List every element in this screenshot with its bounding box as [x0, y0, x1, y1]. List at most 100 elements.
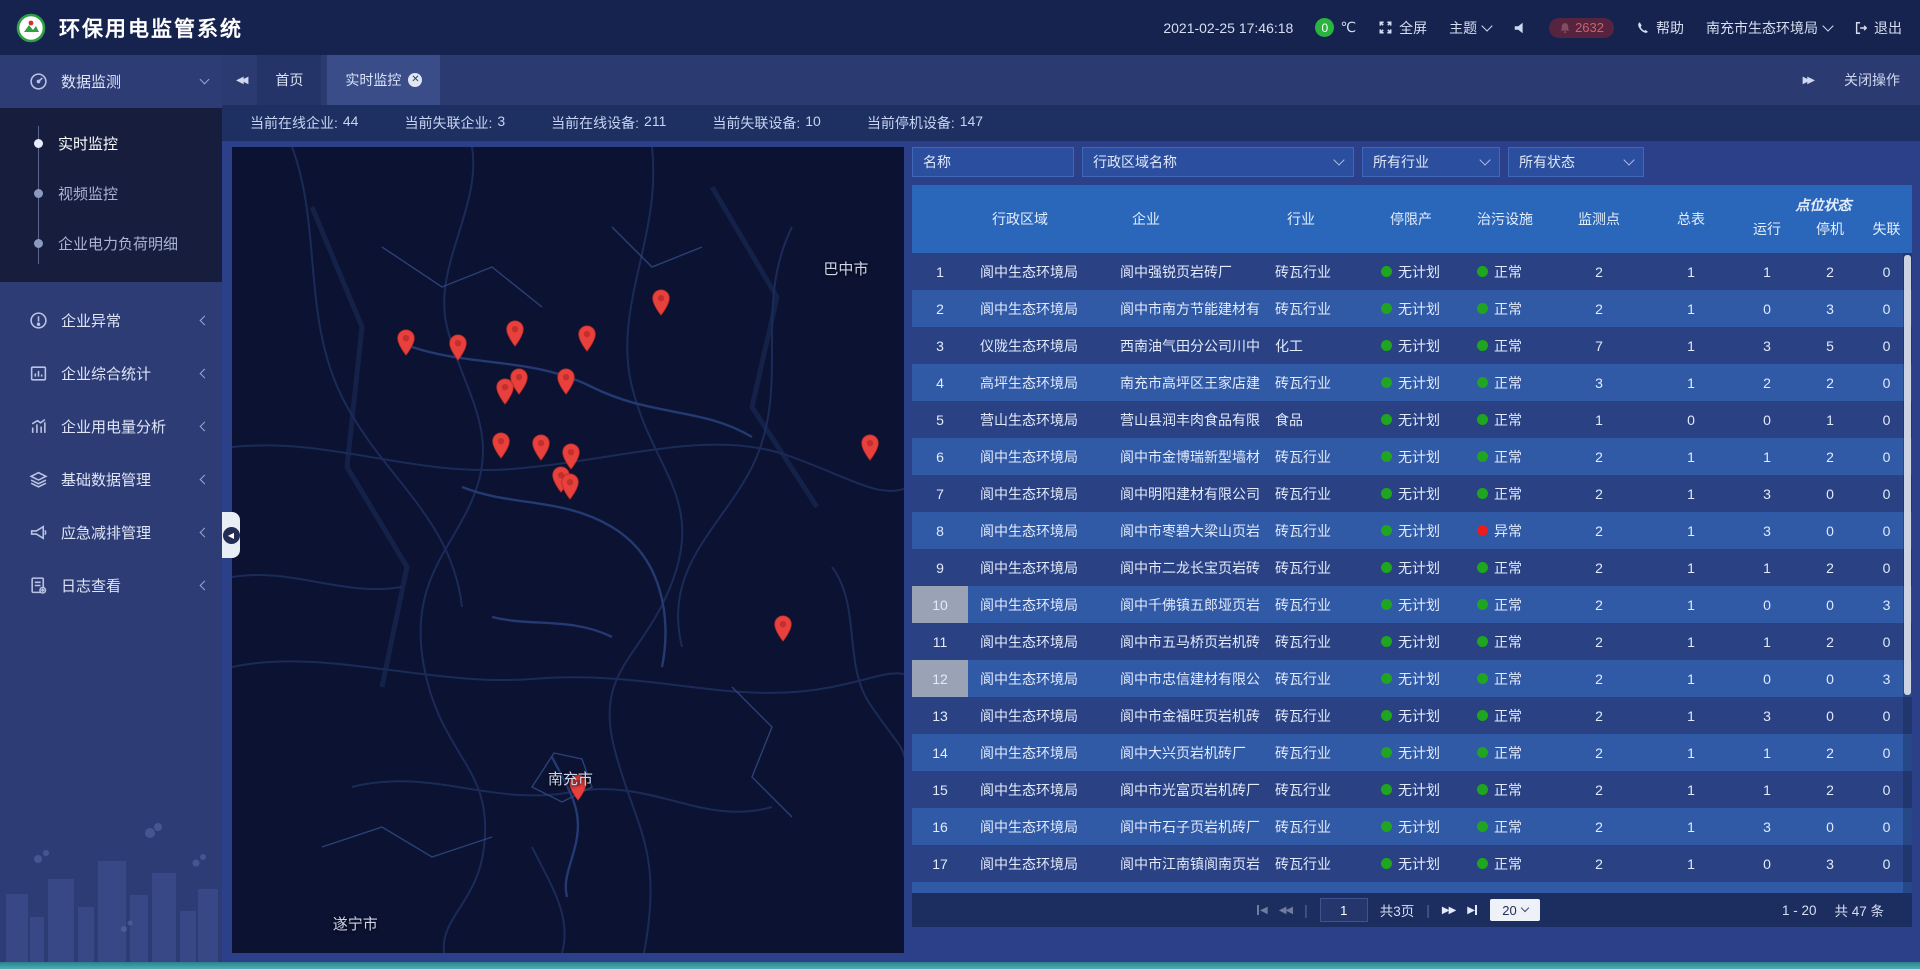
stat-value: 44: [343, 113, 359, 133]
status-filter-select[interactable]: 所有状态: [1508, 147, 1644, 177]
table-row[interactable]: 8 阆中生态环境局 阆中市枣碧大梁山页岩 砖瓦行业 无计划 异常 2 1 3 0…: [912, 512, 1912, 549]
map-pin-icon[interactable]: [577, 325, 596, 357]
stat-lost-enterprises: 当前失联企业: 3: [404, 113, 505, 133]
sidebar-item-data-monitoring[interactable]: 数据监测: [0, 55, 222, 108]
facility-status-label: 正常: [1494, 854, 1522, 874]
map-pin-icon[interactable]: [509, 368, 528, 400]
row-limit-cell: 无计划: [1363, 632, 1459, 652]
table-scrollbar[interactable]: [1903, 253, 1912, 893]
page-number-input[interactable]: 1: [1320, 898, 1368, 922]
industry-filter-select[interactable]: 所有行业: [1362, 147, 1500, 177]
logout-button[interactable]: 退出: [1854, 18, 1902, 38]
table-row[interactable]: 3 仪陇生态环境局 西南油气田分公司川中 化工 无计划 正常 7 1 3 5 0: [912, 327, 1912, 364]
row-meters-cell: 1: [1647, 449, 1735, 465]
row-region-cell: 阆中生态环境局: [968, 854, 1108, 874]
table-row[interactable]: 11 阆中生态环境局 阆中市五马桥页岩机砖 砖瓦行业 无计划 正常 2 1 1 …: [912, 623, 1912, 660]
status-dot-icon: [1381, 377, 1392, 388]
close-icon[interactable]: ✕: [408, 73, 422, 87]
notification-badge[interactable]: 2632: [1549, 18, 1614, 38]
table-header: 行政区域 企业 行业 停限产 治污设施 监测点 总表 点位状态 运行 停机 失联: [912, 185, 1912, 253]
fullscreen-button[interactable]: 全屏: [1378, 18, 1427, 38]
row-region-cell: 阆中生态环境局: [968, 447, 1108, 467]
organization-menu[interactable]: 南充市生态环境局: [1706, 18, 1832, 38]
row-stopped-cell: 0: [1799, 708, 1861, 724]
map-pin-icon[interactable]: [448, 334, 467, 366]
row-stopped-cell: 2: [1799, 560, 1861, 576]
theme-menu[interactable]: 主题: [1449, 18, 1491, 38]
map-city-label: 巴中市: [823, 258, 868, 279]
map-pin-icon[interactable]: [651, 289, 670, 321]
page-size-select[interactable]: 20: [1490, 899, 1540, 921]
sidebar-item-video-monitor[interactable]: 视频监控: [0, 168, 222, 218]
tab-realtime-monitor[interactable]: 实时监控 ✕: [327, 55, 440, 105]
sidebar-item-base-data[interactable]: 基础数据管理: [0, 453, 222, 506]
row-region-cell: 阆中生态环境局: [968, 780, 1108, 800]
table-row[interactable]: 14 阆中生态环境局 阆中大兴页岩机砖厂 砖瓦行业 无计划 正常 2 1 1 2…: [912, 734, 1912, 771]
tabs-scroll-right-button[interactable]: ▶▶: [1797, 75, 1818, 86]
row-index-cell: 3: [912, 327, 968, 364]
sidebar-item-enterprise-statistics[interactable]: 企业综合统计: [0, 347, 222, 400]
table-row[interactable]: 13 阆中生态环境局 阆中市金福旺页岩机砖 砖瓦行业 无计划 正常 2 1 3 …: [912, 697, 1912, 734]
map-canvas[interactable]: 巴中市南充市遂宁市: [232, 147, 904, 953]
page-first-button[interactable]: ◀: [1256, 905, 1267, 916]
row-facility-cell: 正常: [1459, 743, 1551, 763]
map-pin-icon[interactable]: [556, 368, 575, 400]
table-row[interactable]: 12 阆中生态环境局 阆中市忠信建材有限公 砖瓦行业 无计划 正常 2 1 0 …: [912, 660, 1912, 697]
row-stopped-cell: 3: [1799, 856, 1861, 872]
table-row[interactable]: 7 阆中生态环境局 阆中明阳建材有限公司 砖瓦行业 无计划 正常 2 1 3 0…: [912, 475, 1912, 512]
column-header-facility: 治污设施: [1459, 209, 1551, 229]
scrollbar-thumb[interactable]: [1904, 255, 1911, 695]
sidebar-collapse-handle[interactable]: ◀: [222, 512, 240, 558]
top-header: 环保用电监管系统 2021-02-25 17:46:18 0 ℃ 全屏 主题: [0, 0, 1920, 55]
row-region-cell: 阆中生态环境局: [968, 521, 1108, 541]
name-filter-input[interactable]: [912, 147, 1074, 177]
facility-status-label: 正常: [1494, 336, 1522, 356]
map-pin-icon[interactable]: [491, 432, 510, 464]
region-filter-select[interactable]: 行政区域名称: [1082, 147, 1354, 177]
page-prev-button[interactable]: ◀◀: [1279, 905, 1292, 916]
table-row[interactable]: 1 阆中生态环境局 阆中强锐页岩砖厂 砖瓦行业 无计划 正常 2 1 1 2 0: [912, 253, 1912, 290]
help-button[interactable]: 帮助: [1636, 18, 1684, 38]
map-pin-icon[interactable]: [774, 615, 793, 647]
row-facility-cell: 异常: [1459, 521, 1551, 541]
sidebar-item-enterprise-abnormal[interactable]: 企业异常: [0, 294, 222, 347]
sidebar-item-realtime-monitor[interactable]: 实时监控: [0, 118, 222, 168]
table-row[interactable]: 17 阆中生态环境局 阆中市江南镇阆南页岩 砖瓦行业 无计划 正常 2 1 0 …: [912, 845, 1912, 882]
map-pin-icon[interactable]: [397, 329, 416, 361]
page-next-button[interactable]: ▶▶: [1442, 905, 1455, 916]
table-row[interactable]: 9 阆中生态环境局 阆中市二龙长宝页岩砖 砖瓦行业 无计划 正常 2 1 1 2…: [912, 549, 1912, 586]
map-pin-icon[interactable]: [861, 434, 880, 466]
row-facility-cell: 正常: [1459, 669, 1551, 689]
row-company-cell: 西南油气田分公司川中: [1108, 336, 1263, 356]
table-row[interactable]: 2 阆中生态环境局 阆中市南方节能建材有 砖瓦行业 无计划 正常 2 1 0 3…: [912, 290, 1912, 327]
row-industry-cell: 建材加工: [1263, 891, 1363, 894]
map-pin-icon[interactable]: [505, 320, 524, 352]
close-operations-button[interactable]: 关闭操作: [1844, 70, 1900, 90]
table-row[interactable]: 16 阆中生态环境局 阆中市石子页岩机砖厂 砖瓦行业 无计划 正常 2 1 3 …: [912, 808, 1912, 845]
row-stopped-cell: 0: [1799, 597, 1861, 613]
table-row[interactable]: 5 营山生态环境局 营山县润丰肉食品有限 食品 无计划 正常 1 0 0 1 0: [912, 401, 1912, 438]
tab-home[interactable]: 首页: [257, 55, 321, 105]
sidebar-item-power-analysis[interactable]: 企业用电量分析: [0, 400, 222, 453]
table-row[interactable]: 10 阆中生态环境局 阆中千佛镇五郎垭页岩 砖瓦行业 无计划 正常 2 1 0 …: [912, 586, 1912, 623]
page-last-button[interactable]: ▶: [1467, 905, 1478, 916]
row-running-cell: 0: [1735, 597, 1799, 613]
logout-label: 退出: [1874, 18, 1902, 38]
row-industry-cell: 砖瓦行业: [1263, 558, 1363, 578]
table-row[interactable]: 6 阆中生态环境局 阆中市金博瑞新型墙材 砖瓦行业 无计划 正常 2 1 1 2…: [912, 438, 1912, 475]
row-region-cell: 仪陇生态环境局: [968, 336, 1108, 356]
sidebar-item-emergency-reduction[interactable]: 应急减排管理: [0, 506, 222, 559]
sidebar-item-log-view[interactable]: 日志查看: [0, 559, 222, 612]
table-row[interactable]: 18 南部生态环境局 南部县砌华士砖有限公 建材加工 无计划 正常 2 1 0 …: [912, 882, 1912, 893]
sidebar-item-power-load-detail[interactable]: 企业电力负荷明细: [0, 218, 222, 268]
map-pin-icon[interactable]: [532, 434, 551, 466]
table-row[interactable]: 4 高坪生态环境局 南充市高坪区王家店建 砖瓦行业 无计划 正常 3 1 2 2…: [912, 364, 1912, 401]
tabs-scroll-left-button[interactable]: ◀◀: [230, 75, 251, 86]
status-dot-icon: [1381, 340, 1392, 351]
row-meters-cell: 1: [1647, 819, 1735, 835]
row-index-cell: 12: [912, 660, 968, 697]
mute-speaker-button[interactable]: [1513, 21, 1527, 35]
table-row[interactable]: 15 阆中生态环境局 阆中市光富页岩机砖厂 砖瓦行业 无计划 正常 2 1 1 …: [912, 771, 1912, 808]
facility-status-label: 正常: [1494, 743, 1522, 763]
map-pin-icon[interactable]: [561, 473, 580, 505]
